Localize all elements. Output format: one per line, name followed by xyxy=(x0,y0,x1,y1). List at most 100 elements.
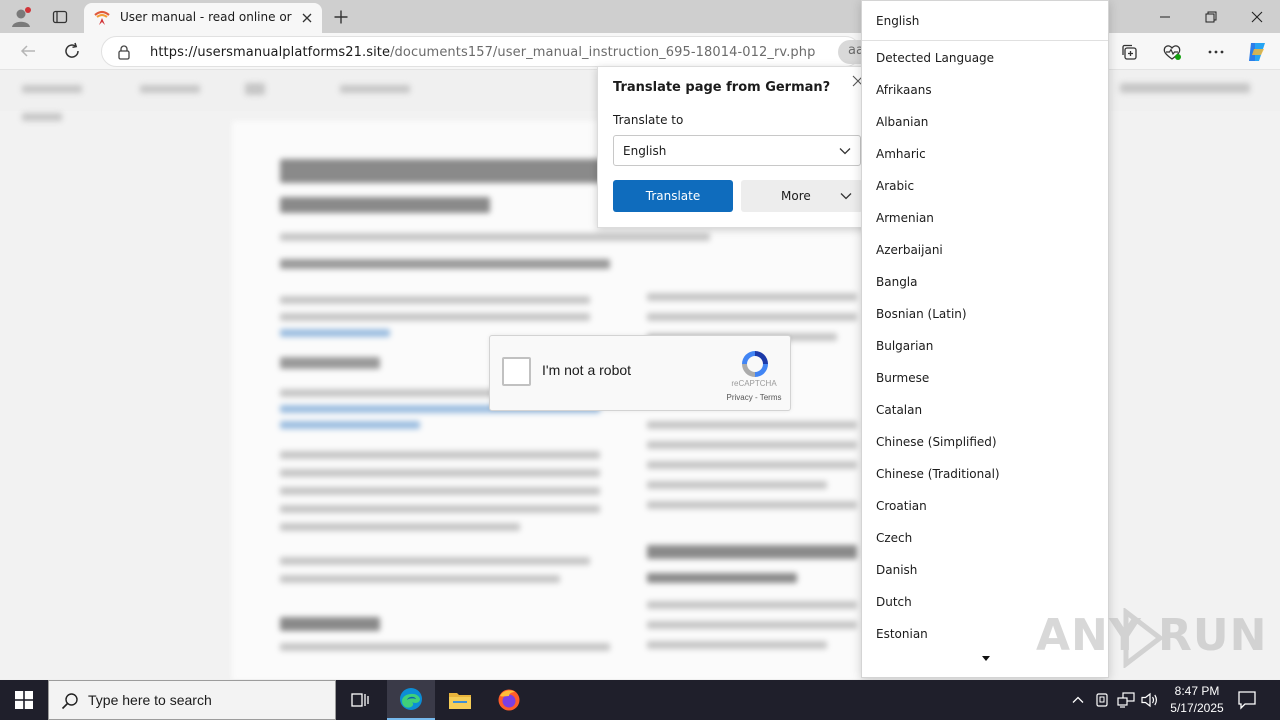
taskbar-clock[interactable]: 8:47 PM 5/17/2025 xyxy=(1160,683,1234,717)
translate-button[interactable]: Translate xyxy=(613,180,733,212)
language-option[interactable]: Bulgarian xyxy=(862,330,1108,362)
target-language-value: English xyxy=(623,144,667,158)
target-language-select[interactable]: English xyxy=(613,135,861,166)
recaptcha-checkbox[interactable] xyxy=(502,357,531,386)
blurred-line xyxy=(280,357,380,369)
blurred-line xyxy=(647,293,857,301)
refresh-button[interactable] xyxy=(57,37,87,65)
language-option[interactable]: Detected Language xyxy=(862,42,1108,74)
blurred-line xyxy=(280,505,600,513)
address-bar[interactable]: https://usersmanualplatforms21.site/docu… xyxy=(101,36,861,67)
heart-pulse-icon xyxy=(1163,45,1181,60)
more-options-button[interactable]: More xyxy=(741,180,863,212)
tab-title: User manual - read online or download xyxy=(120,10,292,24)
translate-to-label: Translate to xyxy=(613,113,684,127)
language-option[interactable]: Amharic xyxy=(862,138,1108,170)
blurred-line xyxy=(647,621,857,629)
blurred-line xyxy=(280,296,590,304)
show-hidden-icons-button[interactable] xyxy=(1068,690,1088,710)
language-option[interactable]: Croatian xyxy=(862,490,1108,522)
url-host: https://usersmanualplatforms21.site xyxy=(150,45,391,60)
taskbar-firefox-app[interactable] xyxy=(485,680,533,720)
task-view-icon xyxy=(351,693,369,707)
device-icon xyxy=(1096,693,1108,707)
search-placeholder: Type here to search xyxy=(88,692,212,708)
refresh-icon xyxy=(65,42,79,58)
tray-device-button[interactable] xyxy=(1092,690,1112,710)
close-icon xyxy=(1251,11,1263,22)
blurred-line xyxy=(280,523,520,531)
clock-date: 5/17/2025 xyxy=(1170,701,1224,715)
task-view-button[interactable] xyxy=(336,680,384,720)
language-option[interactable]: Chinese (Traditional) xyxy=(862,458,1108,490)
copilot-button[interactable] xyxy=(1244,39,1270,65)
language-option[interactable]: Albanian xyxy=(862,106,1108,138)
language-option[interactable]: Armenian xyxy=(862,202,1108,234)
minimize-button[interactable] xyxy=(1142,0,1188,33)
browser-essentials-button[interactable] xyxy=(1159,39,1185,65)
language-option[interactable]: Azerbaijani xyxy=(862,234,1108,266)
collections-button[interactable] xyxy=(1116,39,1142,65)
language-option[interactable]: Burmese xyxy=(862,362,1108,394)
plus-icon xyxy=(334,10,348,24)
recaptcha-terms-link[interactable]: Privacy - Terms xyxy=(722,393,786,402)
recaptcha-widget: I'm not a robot reCAPTCHA Privacy - Term… xyxy=(489,335,791,411)
tray-network-button[interactable] xyxy=(1116,690,1136,710)
language-option[interactable]: Bangla xyxy=(862,266,1108,298)
language-option[interactable]: Catalan xyxy=(862,394,1108,426)
scroll-down-arrow-icon[interactable] xyxy=(980,653,992,665)
blurred-line xyxy=(647,441,857,449)
language-option[interactable]: Bosnian (Latin) xyxy=(862,298,1108,330)
windows-logo-icon xyxy=(15,691,33,709)
network-icon xyxy=(1117,692,1135,708)
blurred-toolbar-item xyxy=(140,85,200,93)
copilot-icon xyxy=(1249,43,1265,61)
recaptcha-brand: reCAPTCHA xyxy=(731,379,777,388)
tray-volume-button[interactable] xyxy=(1140,690,1160,710)
start-button[interactable] xyxy=(0,680,48,720)
settings-more-button[interactable] xyxy=(1203,39,1229,65)
notification-center-icon[interactable] xyxy=(1236,689,1258,711)
speaker-icon xyxy=(1141,692,1157,708)
watermark-text-right: RUN xyxy=(1158,610,1268,661)
screen: User manual - read online or download xyxy=(0,0,1280,720)
blurred-heading xyxy=(647,573,797,583)
active-tab[interactable]: User manual - read online or download xyxy=(84,3,322,33)
anyrun-watermark: ANY RUN xyxy=(1036,606,1266,672)
blurred-subheading xyxy=(280,197,490,213)
language-option[interactable]: Danish xyxy=(862,554,1108,586)
lock-icon[interactable] xyxy=(116,44,132,60)
language-options: Detected Language Afrikaans Albanian Amhari… xyxy=(862,42,1108,650)
blurred-line xyxy=(280,643,610,651)
recaptcha-label: I'm not a robot xyxy=(542,362,632,378)
blurred-toolbar-item xyxy=(1120,83,1250,93)
arrow-left-icon xyxy=(20,45,35,57)
blurred-line xyxy=(280,487,600,495)
tab-actions-icon xyxy=(52,10,68,23)
dropdown-selected-language[interactable]: English xyxy=(862,1,1108,41)
close-window-button[interactable] xyxy=(1234,0,1280,33)
blurred-line xyxy=(280,259,610,269)
restore-button[interactable] xyxy=(1188,0,1234,33)
profile-button[interactable] xyxy=(2,0,40,33)
more-options-label: More xyxy=(781,189,811,203)
minimize-icon xyxy=(1160,16,1170,17)
tab-actions-button[interactable] xyxy=(41,0,79,33)
edge-browser-icon xyxy=(400,688,422,710)
taskbar-file-explorer-app[interactable] xyxy=(436,680,484,720)
language-option[interactable]: Afrikaans xyxy=(862,74,1108,106)
language-option[interactable]: Czech xyxy=(862,522,1108,554)
restore-icon xyxy=(1205,11,1217,22)
language-option[interactable]: Chinese (Simplified) xyxy=(862,426,1108,458)
back-button[interactable] xyxy=(13,37,43,65)
tab-close-icon[interactable] xyxy=(298,9,316,27)
taskbar-edge-app[interactable] xyxy=(387,680,435,720)
new-tab-button[interactable] xyxy=(328,5,354,29)
translate-popup: Translate page from German? Translate to… xyxy=(597,66,872,228)
blurred-line xyxy=(280,233,710,241)
url-path: /documents157/user_manual_instruction_69… xyxy=(390,45,816,60)
language-dropdown-list: English Detected Language Afrikaans Albani… xyxy=(861,0,1109,678)
taskbar-search-box[interactable]: Type here to search xyxy=(48,680,336,720)
language-option[interactable]: Arabic xyxy=(862,170,1108,202)
folder-icon xyxy=(449,693,471,709)
